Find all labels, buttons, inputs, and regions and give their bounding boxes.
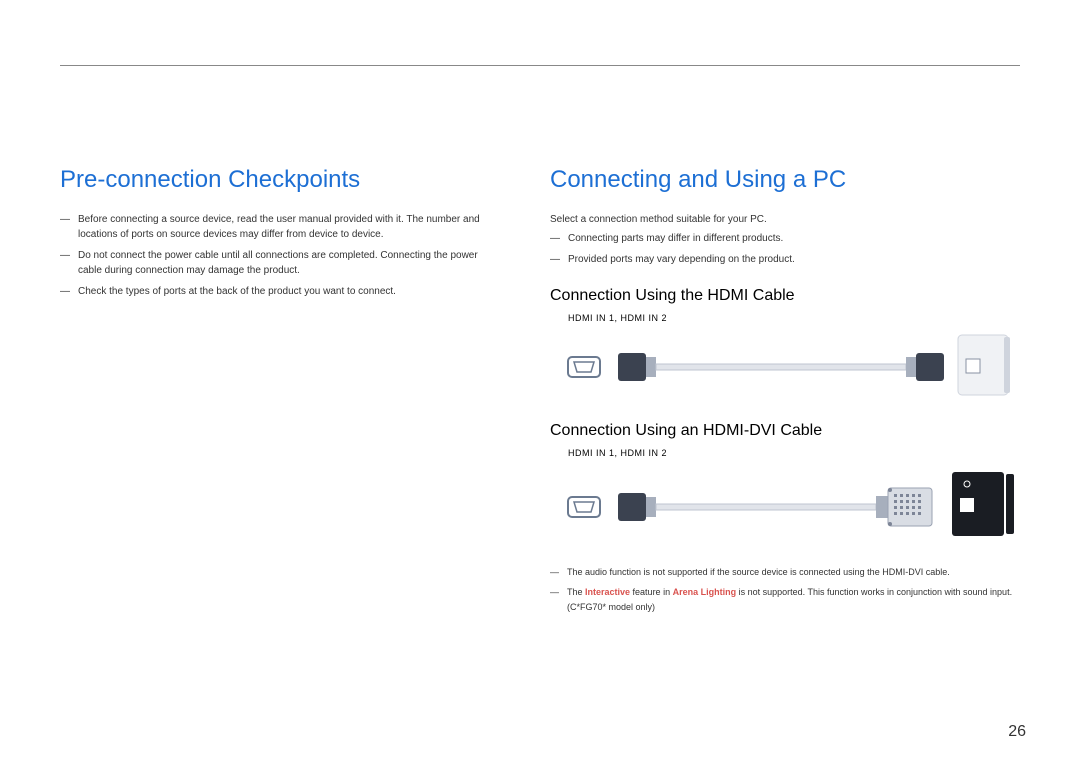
note-text: Before connecting a source device, read …	[78, 212, 500, 242]
dash-icon: ―	[550, 585, 559, 614]
left-column: Pre-connection Checkpoints ― Before conn…	[60, 166, 500, 620]
hdmi-dvi-cable-diagram	[560, 462, 1020, 547]
note-text: Do not connect the power cable until all…	[78, 248, 500, 278]
intro-text: Select a connection method suitable for …	[550, 212, 1020, 227]
port-label-hdmi: HDMI IN 1, HDMI IN 2	[568, 313, 1020, 323]
note-item: ― Before connecting a source device, rea…	[60, 212, 500, 242]
footnote-text: The Interactive feature in Arena Lightin…	[567, 585, 1020, 614]
subheading-hdmi: Connection Using the HDMI Cable	[550, 287, 1020, 305]
note-item: ― Connecting parts may differ in differe…	[550, 231, 1020, 246]
right-column: Connecting and Using a PC Select a conne…	[550, 166, 1020, 620]
dash-icon: ―	[60, 284, 70, 299]
footnote-item: ― The Interactive feature in Arena Light…	[550, 585, 1020, 614]
dash-icon: ―	[550, 565, 559, 579]
note-item: ― Check the types of ports at the back o…	[60, 284, 500, 299]
manual-page: Pre-connection Checkpoints ― Before conn…	[0, 0, 1080, 763]
pc-intro-list: Select a connection method suitable for …	[550, 212, 1020, 267]
two-column-layout: Pre-connection Checkpoints ― Before conn…	[60, 166, 1020, 620]
subheading-hdmi-dvi: Connection Using an HDMI-DVI Cable	[550, 422, 1020, 440]
top-rule	[60, 65, 1020, 66]
dash-icon: ―	[60, 248, 70, 278]
hdmi-cable-diagram	[560, 327, 1020, 402]
page-number: 26	[1008, 723, 1026, 741]
dash-icon: ―	[550, 231, 560, 246]
note-text: Connecting parts may differ in different…	[568, 231, 783, 246]
footnote-text: The audio function is not supported if t…	[567, 565, 950, 579]
note-text: Provided ports may vary depending on the…	[568, 252, 795, 267]
note-item: ― Do not connect the power cable until a…	[60, 248, 500, 278]
note-text: Check the types of ports at the back of …	[78, 284, 396, 299]
feature-arena: Arena Lighting	[673, 587, 737, 597]
footnotes: ― The audio function is not supported if…	[550, 565, 1020, 614]
dash-icon: ―	[60, 212, 70, 242]
checkpoints-list: ― Before connecting a source device, rea…	[60, 212, 500, 299]
port-label-hdmi-dvi: HDMI IN 1, HDMI IN 2	[568, 448, 1020, 458]
section-heading-checkpoints: Pre-connection Checkpoints	[60, 166, 500, 194]
footnote-item: ― The audio function is not supported if…	[550, 565, 1020, 579]
dash-icon: ―	[550, 252, 560, 267]
section-heading-pc: Connecting and Using a PC	[550, 166, 1020, 194]
feature-interactive: Interactive	[585, 587, 630, 597]
note-item: ― Provided ports may vary depending on t…	[550, 252, 1020, 267]
